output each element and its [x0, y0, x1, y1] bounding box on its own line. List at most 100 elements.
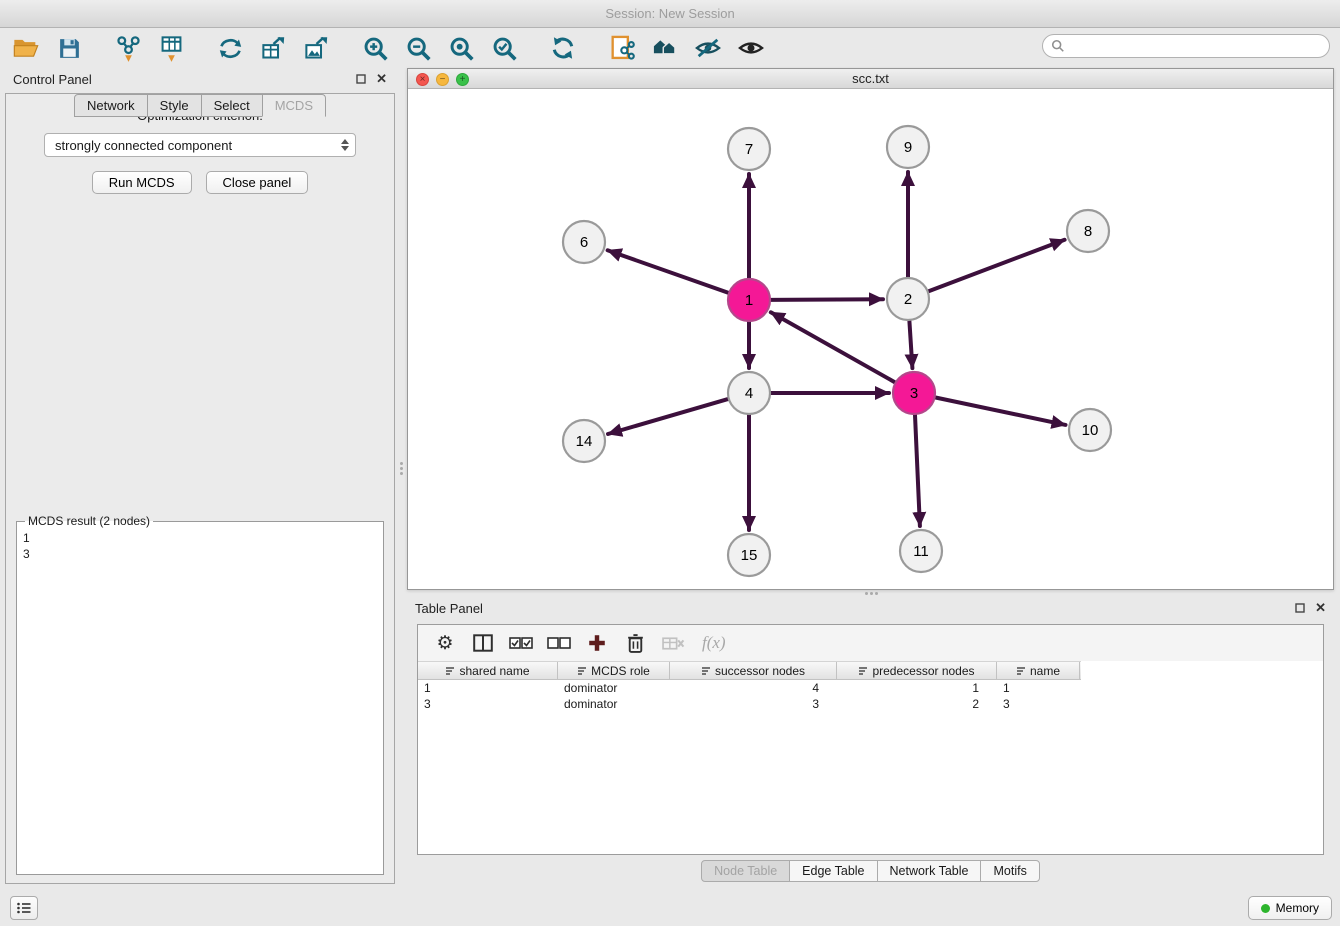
node-9[interactable]: 9 — [887, 126, 929, 168]
column-header-shared-name[interactable]: shared name — [418, 662, 558, 679]
zoom-selected-button[interactable] — [486, 30, 522, 66]
save-session-button[interactable] — [51, 30, 87, 66]
svg-text:11: 11 — [913, 543, 929, 560]
node-4[interactable]: 4 — [728, 372, 770, 414]
memory-button[interactable]: Memory — [1248, 896, 1332, 920]
close-panel-button[interactable]: Close panel — [206, 171, 309, 194]
node-8[interactable]: 8 — [1067, 210, 1109, 252]
function-builder-button[interactable]: f(x) — [702, 633, 726, 653]
run-mcds-button[interactable]: Run MCDS — [92, 171, 192, 194]
create-column-button[interactable] — [580, 628, 614, 658]
vertical-splitter[interactable] — [398, 460, 404, 482]
show-columns-button[interactable] — [466, 628, 500, 658]
maximize-window-button[interactable]: + — [456, 73, 469, 86]
table-panel-float-icon[interactable] — [1295, 603, 1305, 613]
node-7[interactable]: 7 — [728, 128, 770, 170]
delete-table-button[interactable] — [656, 628, 690, 658]
column-header-successor-nodes[interactable]: successor nodes — [670, 662, 837, 679]
node-1[interactable]: 1 — [728, 279, 770, 321]
select-all-columns-button[interactable] — [504, 628, 538, 658]
edge-1-2[interactable] — [771, 299, 883, 300]
cell-mcds-role[interactable]: dominator — [558, 696, 670, 712]
select-arrows-icon — [341, 139, 349, 151]
result-node-3[interactable]: 3 — [23, 546, 377, 562]
network-canvas[interactable]: 7 9 6 8 1 2 4 3 10 14 15 11 — [408, 89, 1333, 589]
close-window-button[interactable]: × — [416, 73, 429, 86]
node-6[interactable]: 6 — [563, 221, 605, 263]
tab-style[interactable]: Style — [147, 94, 202, 117]
unselect-all-columns-button[interactable] — [542, 628, 576, 658]
tab-motifs[interactable]: Motifs — [980, 860, 1039, 882]
table-settings-button[interactable]: ⚙ — [428, 628, 462, 658]
column-header-name[interactable]: name — [997, 662, 1080, 679]
node-10[interactable]: 10 — [1069, 409, 1111, 451]
search-box[interactable] — [1042, 34, 1330, 58]
network-window-titlebar[interactable]: × − + scc.txt — [408, 69, 1333, 89]
import-table-button[interactable] — [153, 30, 189, 66]
export-image-button[interactable] — [298, 30, 334, 66]
node-14[interactable]: 14 — [563, 420, 605, 462]
delete-table-icon — [662, 635, 685, 652]
cell-successor-nodes[interactable]: 4 — [670, 680, 837, 696]
cell-name[interactable]: 3 — [997, 696, 1080, 712]
node-2[interactable]: 2 — [887, 278, 929, 320]
zoom-fit-button[interactable] — [443, 30, 479, 66]
node-3[interactable]: 3 — [893, 372, 935, 414]
tab-node-table[interactable]: Node Table — [701, 860, 790, 882]
control-panel-float-icon[interactable] — [356, 74, 366, 84]
sort-icon — [701, 666, 711, 676]
zoom-out-button[interactable] — [400, 30, 436, 66]
edge-3-11[interactable] — [915, 415, 920, 526]
show-graphics-button[interactable] — [733, 30, 769, 66]
open-session-button[interactable] — [8, 30, 44, 66]
table-row[interactable]: 3 dominator 3 2 3 — [418, 696, 1323, 712]
cell-successor-nodes[interactable]: 3 — [670, 696, 837, 712]
window-titlebar[interactable]: Session: New Session — [0, 0, 1340, 28]
edge-2-8[interactable] — [929, 240, 1065, 291]
search-input[interactable] — [1070, 39, 1321, 54]
tab-network[interactable]: Network — [74, 94, 148, 117]
tab-mcds[interactable]: MCDS — [262, 94, 326, 117]
tab-edge-table[interactable]: Edge Table — [789, 860, 877, 882]
export-network-button[interactable] — [212, 30, 248, 66]
svg-text:7: 7 — [745, 141, 753, 158]
home-button[interactable] — [647, 30, 683, 66]
edge-1-6[interactable] — [608, 250, 729, 292]
cell-shared-name[interactable]: 1 — [418, 680, 558, 696]
export-table-button[interactable] — [255, 30, 291, 66]
control-panel-close-icon[interactable]: ✕ — [376, 71, 387, 87]
edge-2-3[interactable] — [909, 321, 912, 368]
column-header-predecessor-nodes[interactable]: predecessor nodes — [837, 662, 997, 679]
network-document-button[interactable] — [604, 30, 640, 66]
column-header-mcds-role[interactable]: MCDS role — [558, 662, 670, 679]
result-node-1[interactable]: 1 — [23, 530, 377, 546]
refresh-button[interactable] — [545, 30, 581, 66]
tab-network-table[interactable]: Network Table — [877, 860, 982, 882]
main-toolbar — [0, 28, 1340, 68]
horizontal-splitter[interactable] — [860, 590, 882, 596]
cell-name[interactable]: 1 — [997, 680, 1080, 696]
edge-4-14[interactable] — [608, 399, 728, 434]
eye-icon — [737, 34, 765, 62]
mcds-result-box: MCDS result (2 nodes) 1 3 — [16, 514, 384, 875]
optimization-criterion-select[interactable]: strongly connected component — [44, 133, 356, 157]
hide-graphics-button[interactable] — [690, 30, 726, 66]
tab-select[interactable]: Select — [201, 94, 263, 117]
svg-text:10: 10 — [1082, 422, 1099, 439]
cell-shared-name[interactable]: 3 — [418, 696, 558, 712]
minimize-window-button[interactable]: − — [436, 73, 449, 86]
import-network-button[interactable] — [110, 30, 146, 66]
zoom-in-button[interactable] — [357, 30, 393, 66]
table-panel-close-icon[interactable]: ✕ — [1315, 600, 1326, 616]
node-11[interactable]: 11 — [900, 530, 942, 572]
table-row[interactable]: 1 dominator 4 1 1 — [418, 680, 1323, 696]
cell-predecessor-nodes[interactable]: 2 — [837, 696, 997, 712]
save-icon — [57, 36, 82, 61]
edge-3-10[interactable] — [936, 398, 1066, 425]
node-15[interactable]: 15 — [728, 534, 770, 576]
edge-3-1[interactable] — [771, 312, 895, 382]
panel-list-button[interactable] — [10, 896, 38, 920]
delete-column-button[interactable] — [618, 628, 652, 658]
cell-predecessor-nodes[interactable]: 1 — [837, 680, 997, 696]
cell-mcds-role[interactable]: dominator — [558, 680, 670, 696]
